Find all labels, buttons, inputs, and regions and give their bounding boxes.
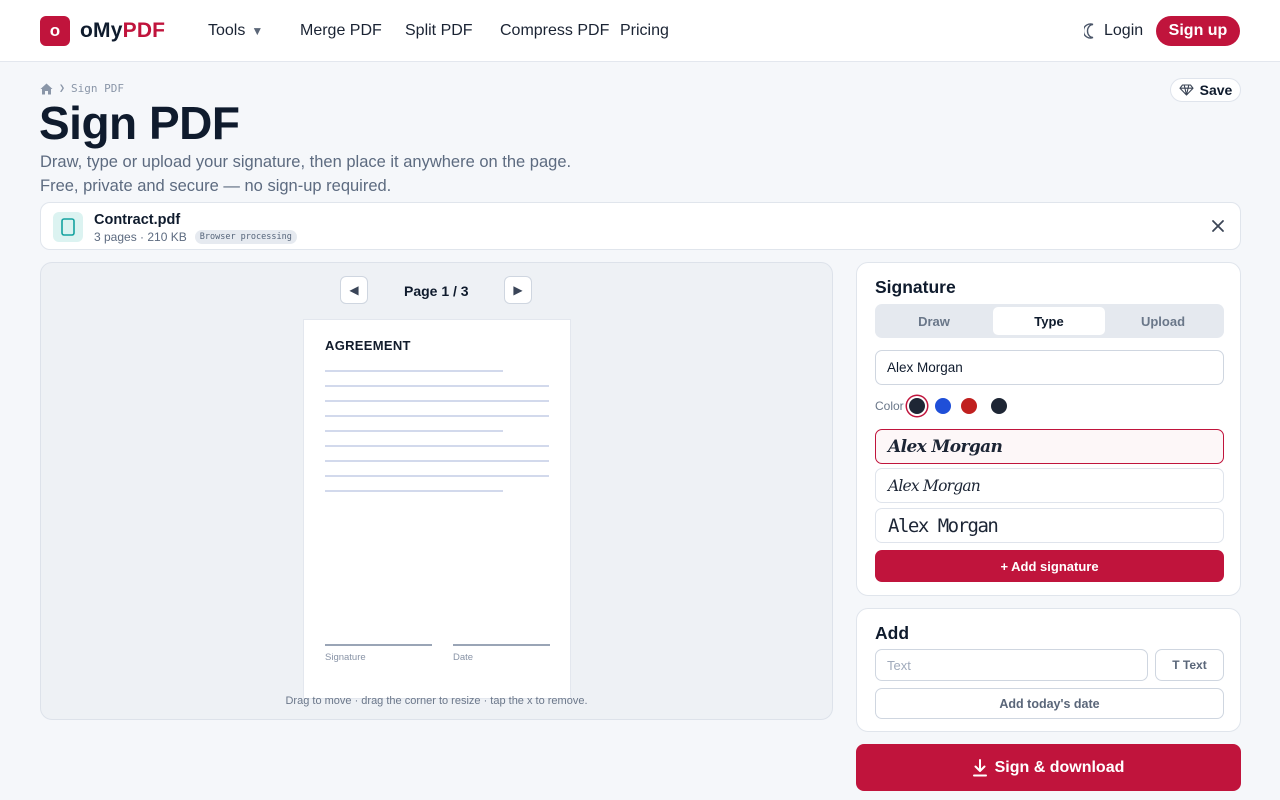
nav-tools-dropdown[interactable]: Tools ▼	[208, 22, 263, 40]
moon-icon[interactable]	[1084, 23, 1098, 39]
signature-style-option[interactable]: Alex Morgan	[875, 508, 1224, 543]
signature-caption: Signature	[325, 652, 366, 663]
add-signature-button[interactable]: + Add signature	[875, 550, 1224, 582]
breadcrumb-current: Sign PDF	[71, 82, 125, 95]
download-icon	[972, 758, 987, 776]
tab-draw[interactable]: Draw	[878, 307, 990, 335]
page-title: Sign PDF	[39, 97, 240, 149]
color-label: Color	[875, 399, 904, 413]
nav-merge-pdf[interactable]: Merge PDF	[300, 22, 382, 40]
file-meta: 3 pages · 210 KB Browser processing	[94, 230, 297, 244]
doc-text-line	[325, 445, 549, 447]
doc-text-line	[325, 385, 549, 387]
date-caption: Date	[453, 652, 474, 663]
login-link[interactable]: Login	[1084, 22, 1143, 40]
signature-style-option[interactable]: Alex Morgan	[875, 429, 1224, 464]
file-name: Contract.pdf	[94, 212, 181, 228]
tab-upload[interactable]: Upload	[1107, 307, 1219, 335]
home-icon[interactable]	[40, 83, 53, 95]
doc-text-line	[325, 370, 503, 372]
top-navigation-bar: o oMyPDF Tools ▼ Merge PDF Split PDF Comp…	[0, 0, 1280, 62]
previous-page-button[interactable]: ◀	[340, 276, 368, 304]
doc-title: AGREEMENT	[325, 338, 411, 353]
add-date-button[interactable]: Add today's date	[875, 688, 1224, 719]
date-line	[453, 644, 550, 646]
logo-mark: o	[40, 16, 70, 46]
page-subtitle: Draw, type or upload your signature, the…	[40, 153, 572, 195]
signature-panel-title: Signature	[875, 277, 956, 297]
signature-panel: Signature Draw Type Upload Color Alex Mo…	[856, 262, 1241, 596]
doc-text-line	[325, 490, 503, 492]
color-swatch-black[interactable]	[991, 398, 1007, 414]
doc-text-line	[325, 460, 549, 462]
color-swatch-red[interactable]	[961, 398, 977, 414]
close-icon[interactable]	[1210, 218, 1226, 234]
text-annotation-input[interactable]	[875, 649, 1148, 681]
diamond-icon	[1179, 84, 1194, 96]
triangle-left-icon: ◀	[349, 283, 359, 297]
nav-pricing[interactable]: Pricing	[620, 22, 669, 40]
signature-style-option[interactable]: Alex Morgan	[875, 468, 1224, 503]
tab-type[interactable]: Type	[993, 307, 1105, 335]
doc-text-line	[325, 415, 549, 417]
logo-text: oMyPDF	[80, 19, 166, 42]
next-page-button[interactable]: ▶	[504, 276, 532, 304]
signature-mode-tabs: Draw Type Upload	[875, 304, 1224, 338]
add-panel-title: Add	[875, 623, 910, 643]
doc-text-line	[325, 430, 503, 432]
nav-compress-pdf[interactable]: Compress PDF	[500, 22, 609, 40]
file-icon	[53, 212, 83, 242]
brand-logo[interactable]: o oMyPDF	[40, 16, 165, 46]
signature-name-input[interactable]	[875, 350, 1224, 385]
add-text-button[interactable]: T Text	[1155, 649, 1224, 681]
pdf-page[interactable]: AGREEMENT Signature Date	[303, 319, 571, 699]
nav-split-pdf[interactable]: Split PDF	[405, 22, 473, 40]
page-indicator: Page 1 / 3	[404, 283, 469, 299]
color-swatch-blue[interactable]	[935, 398, 951, 414]
chevron-right-icon: ❯	[59, 83, 66, 94]
triangle-right-icon: ▶	[513, 283, 523, 297]
signature-line	[325, 644, 432, 646]
pdf-preview-pane: ◀ Page 1 / 3 ▶ AGREEMENT Signature Date …	[40, 262, 833, 720]
color-swatch-dark[interactable]	[909, 398, 925, 414]
breadcrumb: ❯ Sign PDF	[40, 82, 124, 95]
chevron-down-icon: ▼	[251, 24, 264, 38]
sign-download-button[interactable]: Sign & download	[856, 744, 1241, 791]
doc-text-line	[325, 400, 549, 402]
doc-text-line	[325, 475, 549, 477]
save-button[interactable]: Save	[1170, 78, 1241, 102]
preview-hint: Drag to move · drag the corner to resize…	[285, 695, 588, 707]
signup-button[interactable]: Sign up	[1156, 16, 1240, 46]
file-card: Contract.pdf 3 pages · 210 KB Browser pr…	[40, 202, 1241, 250]
add-panel: Add T Text Add today's date	[856, 608, 1241, 732]
status-badge: Browser processing	[194, 230, 297, 244]
